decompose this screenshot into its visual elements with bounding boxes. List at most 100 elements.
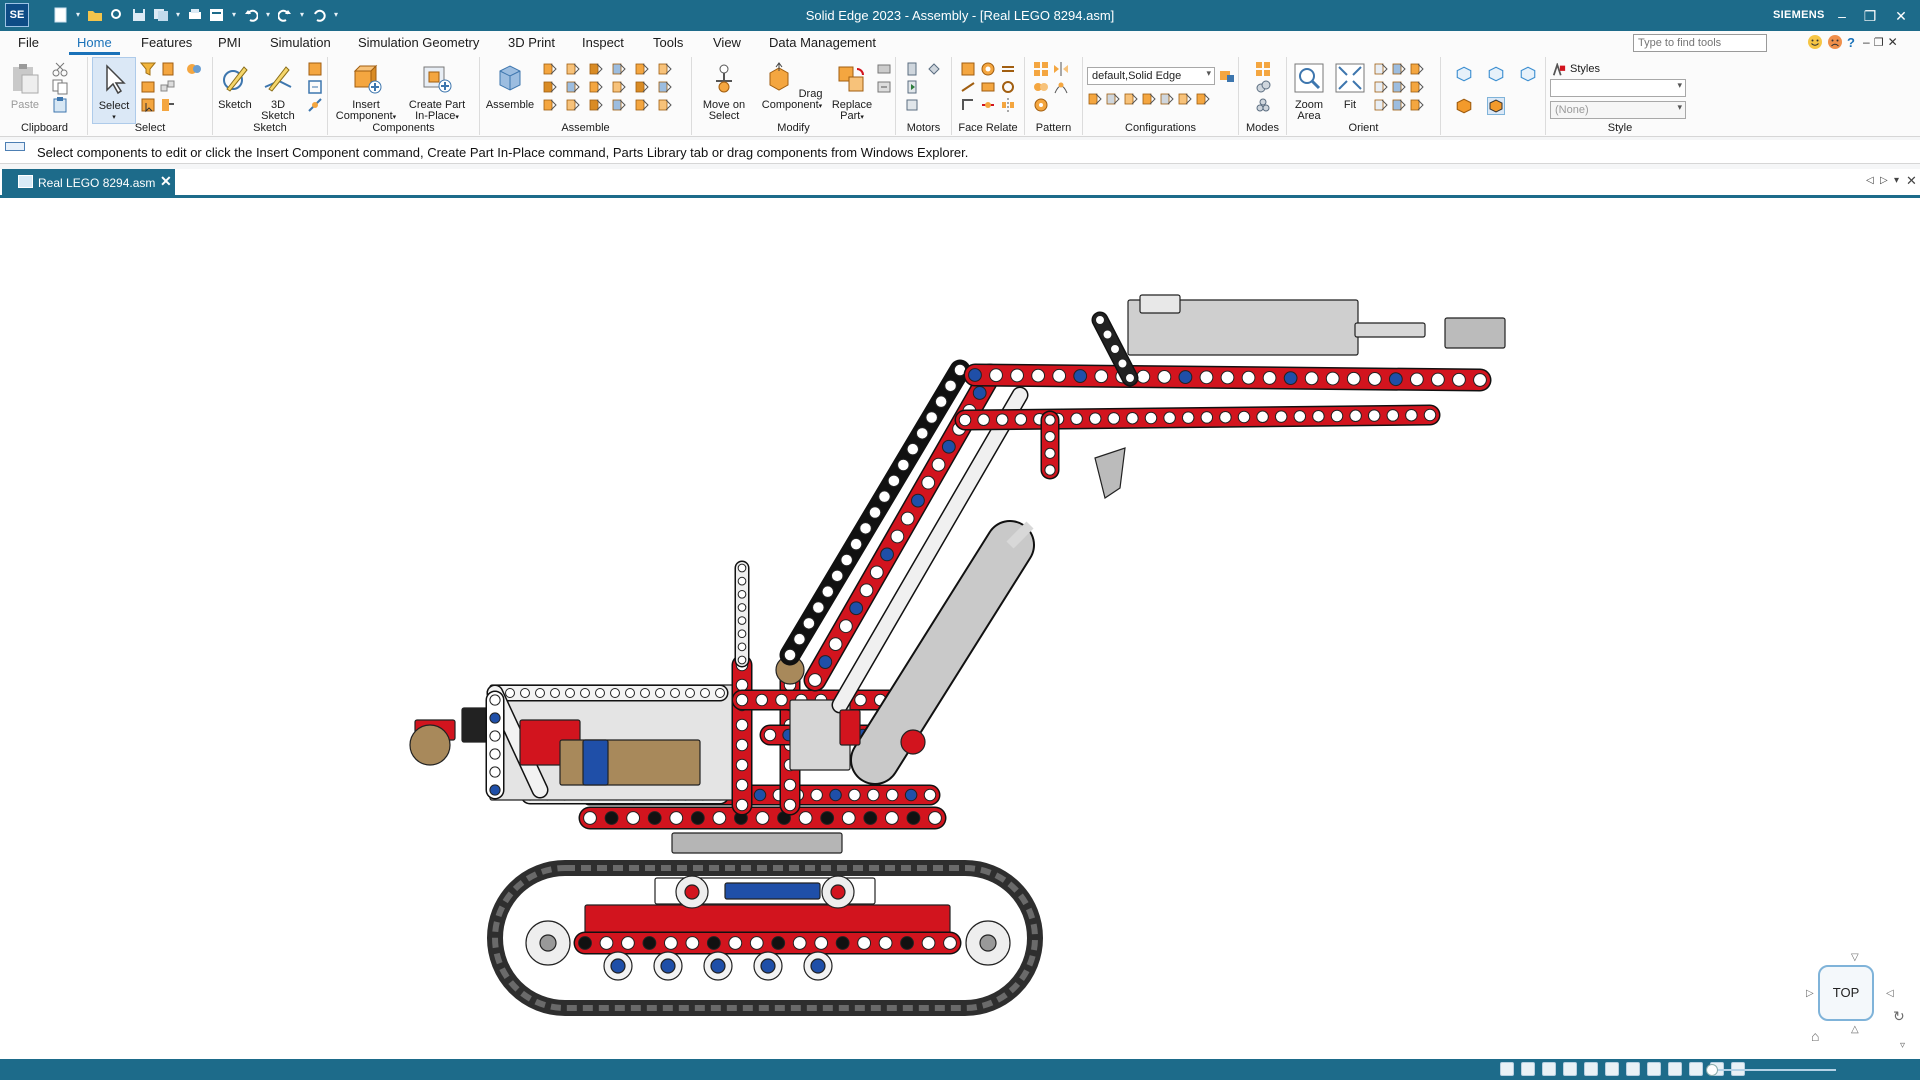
tab-scroll-right-icon[interactable]: ▷ — [1880, 175, 1888, 186]
main-boom-lower-hole[interactable] — [838, 619, 853, 634]
jib-upper-beam-hole[interactable] — [1346, 371, 1361, 386]
linear-motor-icon[interactable] — [926, 61, 942, 77]
rotational-motor-icon[interactable] — [904, 61, 920, 77]
assemble-tool-icon-4[interactable] — [611, 61, 627, 77]
road-wheel-hub[interactable] — [810, 958, 826, 974]
upper-frame-lower-beam-hole[interactable] — [863, 811, 878, 825]
chassis-blue-block[interactable] — [724, 882, 821, 900]
main-boom-black-chain-hole[interactable] — [906, 442, 920, 456]
white-mast-beam-hole[interactable] — [737, 563, 747, 573]
zoom-area-button[interactable]: Zoom Area — [1289, 57, 1329, 122]
select-part-icon[interactable] — [160, 61, 176, 77]
mirror-component-icon[interactable] — [1053, 61, 1069, 77]
duplicate-component-icon[interactable] — [1033, 79, 1049, 95]
white-mast-beam-hole[interactable] — [737, 629, 747, 639]
save-icon[interactable] — [130, 6, 148, 24]
jib-upper-beam-hole[interactable] — [1452, 372, 1466, 387]
orient-tool-icon-9[interactable] — [1409, 97, 1425, 113]
frame-middle-beam-hole[interactable] — [854, 693, 867, 707]
jib-lower-beam-hole[interactable] — [1237, 410, 1251, 424]
assemble-tool-icon-13[interactable] — [542, 97, 558, 113]
tab-close-all-icon[interactable]: ✕ — [1906, 173, 1917, 189]
parallel-face-icon[interactable] — [1000, 79, 1016, 95]
symmetric-face-icon[interactable] — [1000, 97, 1016, 113]
home-view-icon[interactable]: ⌂ — [1811, 1028, 1819, 1044]
tab-features[interactable]: Features — [141, 35, 192, 50]
new-icon[interactable] — [52, 6, 70, 24]
tab-inspect[interactable]: Inspect — [582, 35, 624, 50]
upper-frame-beam-2-hole[interactable] — [829, 788, 842, 802]
gearbox-top-beam-hole[interactable] — [670, 688, 680, 698]
status-pan-icon[interactable] — [1563, 1062, 1577, 1076]
rear-vertical-beam-hole[interactable] — [489, 784, 501, 796]
main-boom-lower-hole[interactable] — [972, 386, 987, 400]
assemble-tool-icon-11[interactable] — [634, 79, 650, 95]
jib-lower-beam-hole[interactable] — [1014, 413, 1028, 426]
upper-frame-lower-beam-hole[interactable] — [755, 811, 770, 825]
drive-hub-right-core[interactable] — [830, 884, 846, 900]
cube-down-arrow-icon[interactable]: △ — [1851, 1024, 1859, 1035]
assemble-tool-icon-18[interactable] — [657, 97, 673, 113]
tab-simulation[interactable]: Simulation — [270, 35, 331, 50]
jib-lower-beam-hole[interactable] — [1107, 412, 1121, 425]
frame-middle-beam-hole[interactable] — [735, 693, 749, 707]
tab-simulation-geometry[interactable]: Simulation Geometry — [358, 35, 479, 50]
jib-upper-beam-hole[interactable] — [1304, 371, 1319, 386]
gearbox-top-beam-hole[interactable] — [505, 688, 515, 698]
shaded-with-edges-icon[interactable] — [1487, 97, 1505, 115]
orient-tool-icon-8[interactable] — [1391, 97, 1407, 113]
jib-upper-beam-hole[interactable] — [1157, 369, 1172, 384]
chassis-lower-beam-hole[interactable] — [706, 936, 721, 950]
upper-frame-beam-2-hole[interactable] — [885, 788, 899, 802]
chassis-lower-beam-hole[interactable] — [835, 936, 850, 950]
help-icon[interactable]: ? — [1847, 35, 1859, 50]
show-hide-icon[interactable] — [160, 97, 176, 113]
tab-tools[interactable]: Tools — [653, 35, 683, 50]
gearbox-top-beam-hole[interactable] — [535, 688, 545, 698]
upper-frame-lower-beam-hole[interactable] — [626, 811, 641, 825]
jib-upper-beam-hole[interactable] — [1473, 373, 1487, 387]
road-wheel-hub[interactable] — [610, 958, 626, 974]
assemble-tool-icon-10[interactable] — [611, 79, 627, 95]
tab-file[interactable]: File — [18, 35, 39, 50]
boom-tip-claw[interactable] — [1094, 447, 1126, 499]
status-zoom-area-icon[interactable] — [1500, 1062, 1514, 1076]
zoom-slider[interactable] — [1706, 1064, 1836, 1076]
upper-frame-lower-beam-hole[interactable] — [583, 811, 597, 825]
chassis-lower-beam-hole[interactable] — [771, 936, 786, 950]
mast-vertical-beam-2-hole[interactable] — [783, 778, 797, 792]
assemble-tool-icon-15[interactable] — [588, 97, 604, 113]
gearbox-top-beam-hole[interactable] — [655, 688, 665, 698]
jib-upper-beam-hole[interactable] — [1094, 369, 1109, 384]
main-boom-black-chain-hole[interactable] — [897, 458, 910, 472]
main-boom-black-chain-hole[interactable] — [830, 569, 844, 583]
turntable[interactable] — [671, 832, 843, 854]
assemble-tool-icon-16[interactable] — [611, 97, 627, 113]
main-boom-lower-hole[interactable] — [911, 493, 925, 508]
open-icon[interactable] — [86, 6, 104, 24]
cube-left-arrow-icon[interactable]: ▷ — [1806, 988, 1814, 999]
main-boom-lower-hole[interactable] — [890, 529, 905, 544]
include-icon[interactable] — [307, 79, 323, 95]
white-mast-beam-hole[interactable] — [737, 642, 747, 652]
road-wheel-hub[interactable] — [710, 958, 726, 974]
frame-middle-beam-hole[interactable] — [755, 693, 769, 707]
jib-lower-beam-hole[interactable] — [1200, 411, 1214, 424]
main-boom-lower-hole[interactable] — [900, 511, 915, 526]
tab-list-icon[interactable]: ▾ — [1894, 175, 1899, 186]
chassis-lower-beam-hole[interactable] — [621, 936, 635, 950]
smile-feedback-icon[interactable] — [1807, 34, 1823, 50]
sketch-mode-icon[interactable] — [1255, 79, 1271, 95]
tab-view[interactable]: View — [713, 35, 741, 50]
assemble-tool-icon-17[interactable] — [634, 97, 650, 113]
chassis-lower-beam-hole[interactable] — [814, 936, 829, 950]
minimize-button[interactable]: – — [1831, 5, 1853, 27]
main-boom-lower-hole[interactable] — [931, 457, 946, 472]
sketch-button[interactable]: Sketch — [215, 57, 255, 111]
fastener-system-icon[interactable] — [1033, 97, 1049, 113]
select-tool-button[interactable]: Select ▾ — [92, 57, 136, 124]
gearbox-top-beam-hole[interactable] — [595, 688, 605, 698]
white-mast-beam-hole[interactable] — [737, 589, 747, 599]
upper-frame-lower-beam-hole[interactable] — [712, 811, 727, 825]
road-wheel-hub[interactable] — [660, 958, 676, 974]
